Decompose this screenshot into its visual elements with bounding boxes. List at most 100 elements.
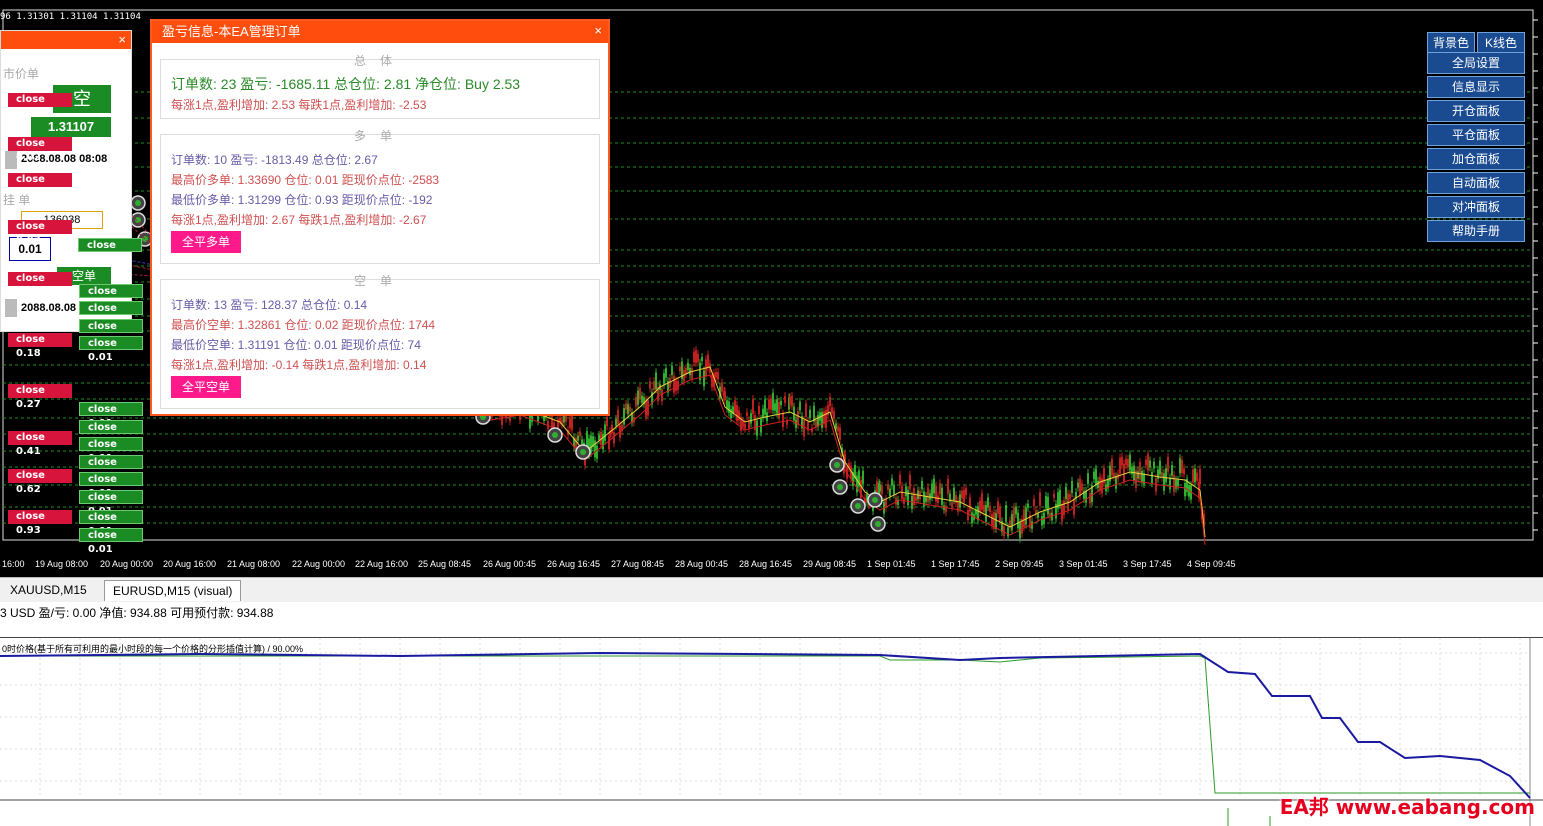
menu-button[interactable]: 全局设置 bbox=[1427, 52, 1525, 74]
candle-body bbox=[985, 504, 987, 522]
close-icon[interactable]: × bbox=[118, 32, 126, 47]
close-icon[interactable]: × bbox=[594, 23, 602, 38]
candle-body bbox=[1199, 468, 1201, 485]
close-sell-button[interactable]: close 0.04 bbox=[8, 173, 72, 199]
close-buy-button[interactable]: close 0.01 bbox=[79, 490, 143, 517]
candle-body bbox=[879, 484, 881, 492]
candle-body bbox=[1167, 456, 1169, 472]
time-axis-label: 1 Sep 17:45 bbox=[931, 559, 980, 569]
close-sell-button[interactable]: close 0.07 bbox=[8, 220, 72, 246]
short-per-point: 每涨1点,盈利增加: -0.14 每跌1点,盈利增加: 0.14 bbox=[171, 358, 427, 372]
candle-body bbox=[1059, 489, 1061, 506]
candle-body bbox=[809, 409, 811, 419]
order-marker-dot bbox=[552, 432, 558, 438]
candle-body bbox=[724, 391, 726, 401]
candle-body bbox=[726, 400, 728, 409]
candle-body bbox=[577, 435, 579, 441]
close-all-short-button[interactable]: 全平空单 bbox=[171, 376, 241, 398]
candle-body bbox=[671, 365, 673, 376]
close-buy-button[interactable]: close 0.01 bbox=[79, 510, 143, 537]
date-spinner[interactable] bbox=[5, 299, 17, 317]
candle-body bbox=[967, 509, 969, 521]
close-all-long-button[interactable]: 全平多单 bbox=[171, 231, 241, 253]
candle-body bbox=[1119, 457, 1121, 474]
tab-eurusd-visual[interactable]: EURUSD,M15 (visual) bbox=[104, 580, 242, 601]
candle-body bbox=[1181, 460, 1183, 473]
candle-body bbox=[707, 354, 709, 368]
candle-body bbox=[625, 403, 627, 410]
candle-body bbox=[1039, 492, 1041, 506]
menu-button[interactable]: 帮助手册 bbox=[1427, 220, 1525, 242]
candle-body bbox=[995, 513, 997, 529]
candle-body bbox=[1113, 472, 1115, 477]
long-highest: 最高价多单: 1.33690 仓位: 0.01 距现价点位: -2583 bbox=[171, 173, 440, 187]
menu-button[interactable]: 加仓面板 bbox=[1427, 148, 1525, 170]
close-buy-button[interactable]: close 0.01 bbox=[79, 437, 143, 464]
total-summary: 订单数: 23 盈亏: -1685.11 总仓位: 2.81 净仓位: Buy … bbox=[171, 76, 521, 92]
candle-body bbox=[1171, 465, 1173, 476]
candle-body bbox=[776, 399, 778, 414]
candle-body bbox=[623, 408, 625, 425]
order-marker-dot bbox=[834, 462, 840, 468]
close-buy-button[interactable]: close 0.01 bbox=[79, 319, 143, 346]
candle-body bbox=[983, 505, 985, 512]
long-section-title: 多单 bbox=[353, 129, 406, 143]
menu-button[interactable]: 信息显示 bbox=[1427, 76, 1525, 98]
candle-body bbox=[1089, 492, 1091, 504]
close-buy-button[interactable]: close 0.01 bbox=[79, 420, 143, 447]
candle-body bbox=[862, 470, 864, 484]
candle-body bbox=[1085, 490, 1087, 503]
candle-body bbox=[1069, 494, 1071, 500]
time-axis-label: 28 Aug 16:45 bbox=[739, 559, 793, 569]
close-buy-button[interactable]: close 0.02 bbox=[78, 238, 142, 265]
close-buy-button[interactable]: close 0.01 bbox=[79, 472, 143, 499]
menu-button[interactable]: 平仓面板 bbox=[1427, 124, 1525, 146]
candle-body bbox=[661, 388, 663, 402]
close-sell-button[interactable]: close 0.62 bbox=[8, 469, 72, 495]
candle-body bbox=[742, 421, 744, 427]
candle-color-button[interactable]: K线色 bbox=[1477, 32, 1525, 54]
close-buy-button[interactable]: close 0.01 bbox=[79, 284, 143, 311]
candle-body bbox=[734, 400, 736, 413]
close-sell-button[interactable]: close 0.02 bbox=[8, 137, 72, 163]
candle-body bbox=[963, 489, 965, 503]
close-sell-button[interactable]: close 0.27 bbox=[8, 384, 72, 410]
close-sell-button[interactable]: close 0.93 bbox=[8, 510, 72, 536]
time-axis-label: 22 Aug 16:00 bbox=[355, 559, 409, 569]
close-buy-button[interactable]: close 0.01 bbox=[79, 402, 143, 429]
close-buy-button[interactable]: close 0.01 bbox=[79, 455, 143, 482]
close-sell-button[interactable]: close 0.41 bbox=[8, 431, 72, 457]
candle-body bbox=[1037, 513, 1039, 518]
candle-body bbox=[959, 494, 961, 508]
close-buy-button[interactable]: close 0.01 bbox=[79, 301, 143, 328]
time-axis-label: 4 Sep 09:45 bbox=[1187, 559, 1236, 569]
candle-body bbox=[833, 411, 835, 420]
background-color-button[interactable]: 背景色 bbox=[1427, 32, 1475, 54]
candle-body bbox=[653, 381, 655, 391]
close-buy-button[interactable]: close 0.01 bbox=[79, 336, 143, 363]
candle-body bbox=[1145, 459, 1147, 466]
candle-body bbox=[697, 353, 699, 363]
close-sell-button[interactable]: close 0.18 bbox=[8, 333, 72, 359]
close-sell-button[interactable]: close 0.12 bbox=[8, 272, 72, 298]
tab-xauusd[interactable]: XAUUSD,M15 bbox=[2, 580, 95, 600]
candle-body bbox=[780, 400, 782, 406]
candle-body bbox=[939, 483, 941, 495]
menu-button[interactable]: 自动面板 bbox=[1427, 172, 1525, 194]
candle-body bbox=[893, 484, 895, 495]
short-section-title: 空单 bbox=[353, 274, 406, 288]
candle-body bbox=[979, 500, 981, 513]
order-marker-dot bbox=[837, 484, 843, 490]
candle-body bbox=[1157, 469, 1159, 479]
candle-body bbox=[1087, 473, 1089, 484]
candle-body bbox=[887, 484, 889, 490]
candle-body bbox=[581, 439, 583, 444]
candle-body bbox=[915, 496, 917, 501]
close-sell-button[interactable]: close 0.01 bbox=[8, 93, 72, 119]
time-axis-label: 3 Sep 01:45 bbox=[1059, 559, 1108, 569]
close-buy-button[interactable]: close 0.01 bbox=[79, 528, 143, 555]
menu-button[interactable]: 开仓面板 bbox=[1427, 100, 1525, 122]
candle-body bbox=[1137, 471, 1139, 479]
candle-body bbox=[935, 485, 937, 502]
menu-button[interactable]: 对冲面板 bbox=[1427, 196, 1525, 218]
